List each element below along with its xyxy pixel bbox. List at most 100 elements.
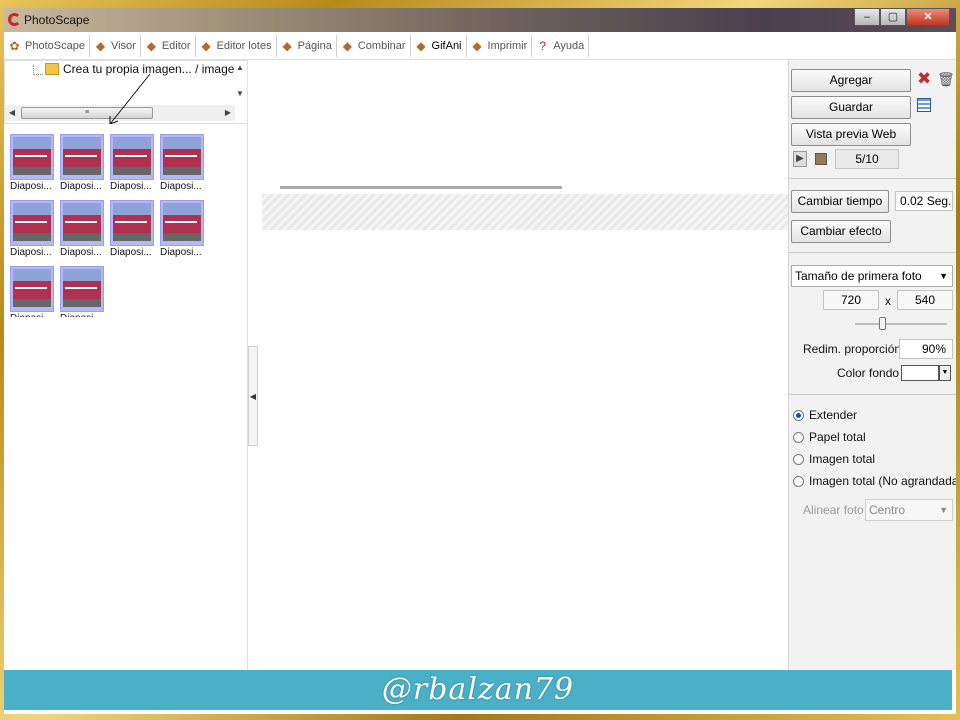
height-field[interactable]: 540 xyxy=(897,290,953,310)
resize-slider-track[interactable] xyxy=(855,323,947,325)
background-color-swatch[interactable] xyxy=(901,365,939,381)
photoscape-window: PhotoScape – ▢ ✕ ✿ PhotoScape ◆ Visor ◆ Edito… xyxy=(4,8,956,714)
slide-thumbnail[interactable]: Diaposi... xyxy=(60,200,106,260)
background-color-label: Color fondo xyxy=(837,366,900,380)
title-bar: PhotoScape – ▢ ✕ xyxy=(4,8,956,32)
tab-label: Página xyxy=(297,39,332,52)
slide-thumbnail[interactable]: Diaposi... xyxy=(160,134,206,194)
slide-thumbnail-label: Diaposi... xyxy=(60,313,106,317)
close-button[interactable]: ✕ xyxy=(906,8,950,26)
scroll-up-arrow-icon[interactable]: ▲ xyxy=(233,61,247,75)
folder-icon xyxy=(45,63,59,75)
preview-scrollbar[interactable] xyxy=(280,186,562,189)
tab-photoscape[interactable]: ✿ PhotoScape xyxy=(4,34,90,57)
tab-combinar[interactable]: ◆ Combinar xyxy=(337,34,411,57)
viewer-icon: ◆ xyxy=(95,38,106,53)
tab-editor[interactable]: ◆ Editor xyxy=(141,34,196,57)
slide-image xyxy=(60,266,104,312)
slide-thumbnail[interactable]: Diaposi... xyxy=(10,266,56,326)
panel-splitter-handle[interactable]: ◀ xyxy=(248,346,258,446)
scroll-right-arrow-icon[interactable]: ▶ xyxy=(221,105,235,121)
radio-papel-total[interactable] xyxy=(793,432,804,443)
dropdown-arrow-icon: ▼ xyxy=(939,505,948,515)
radio-extender[interactable] xyxy=(793,410,804,421)
slide-thumbnail[interactable]: Diaposi... xyxy=(160,200,206,260)
align-photo-select[interactable]: Centro ▼ xyxy=(865,499,953,521)
slide-image xyxy=(60,134,104,180)
resize-proportion-field[interactable]: 90% xyxy=(899,339,953,359)
annotation-arrow-icon xyxy=(109,73,151,125)
slide-thumbnail[interactable]: Diaposi... xyxy=(60,134,106,194)
frame-preview-area xyxy=(262,60,788,188)
combine-icon: ◆ xyxy=(342,38,352,53)
scroll-down-arrow-icon[interactable]: ▼ xyxy=(233,87,247,101)
window-title: PhotoScape xyxy=(24,13,90,27)
option-imagen-total-label[interactable]: Imagen total xyxy=(809,452,875,466)
option-imagen-total-no-agrandada-label[interactable]: Imagen total (No agrandada) xyxy=(809,474,956,488)
tab-visor[interactable]: ◆ Visor xyxy=(90,34,141,57)
tree-connector xyxy=(33,65,43,75)
align-photo-label: Alinear foto xyxy=(803,503,864,517)
tab-label: Ayuda xyxy=(553,39,585,52)
change-time-button[interactable]: Cambiar tiempo xyxy=(791,190,889,213)
slide-thumbnail-label: Diaposi... xyxy=(10,181,52,192)
resize-slider-thumb[interactable] xyxy=(879,317,886,330)
resize-proportion-label: Redim. proporción xyxy=(803,342,902,356)
slide-thumbnail[interactable]: Diaposi... xyxy=(60,266,106,326)
add-button[interactable]: Agregar xyxy=(791,69,911,92)
tab-gifani[interactable]: ◆ GifAni xyxy=(411,34,467,57)
trash-icon[interactable]: 🗑 xyxy=(937,70,955,88)
slide-thumbnail-label: Diaposi... xyxy=(60,247,102,258)
editor-icon: ◆ xyxy=(146,38,156,53)
save-button[interactable]: Guardar xyxy=(791,96,911,119)
tab-label: Editor lotes xyxy=(216,39,272,52)
gifani-icon: ◆ xyxy=(416,38,426,53)
slide-image xyxy=(10,134,54,180)
option-papel-total-label[interactable]: Papel total xyxy=(809,430,866,444)
window-controls: – ▢ ✕ xyxy=(854,8,950,28)
time-value-field[interactable]: 0.02 Seg. xyxy=(895,191,953,211)
slide-image xyxy=(10,266,54,312)
slide-image xyxy=(160,134,204,180)
slide-thumbnail[interactable]: Diaposi... xyxy=(10,200,56,260)
web-preview-button[interactable]: Vista previa Web xyxy=(791,123,911,146)
page-icon: ◆ xyxy=(282,38,292,53)
size-mode-select[interactable]: Tamaño de primera foto ▼ xyxy=(791,265,953,287)
color-dropdown-arrow-icon[interactable]: ▼ xyxy=(939,365,951,381)
dropdown-arrow-icon: ▼ xyxy=(939,271,948,281)
print-icon: ◆ xyxy=(472,38,482,53)
slide-thumbnail-label: Diaposi... xyxy=(160,181,202,192)
dimension-separator: x xyxy=(885,294,891,308)
tab-label: Imprimir xyxy=(487,39,528,52)
slide-image xyxy=(110,134,154,180)
tab-página[interactable]: ◆ Página xyxy=(277,34,337,57)
radio-imagen-total-no-agrandada[interactable] xyxy=(793,476,804,487)
thumbnail-grid: Diaposi... Diaposi... Diaposi... Diaposi...… xyxy=(4,124,248,670)
tab-editor-lotes[interactable]: ◆ Editor lotes xyxy=(196,34,277,57)
slide-thumbnail-label: Diaposi... xyxy=(10,313,56,317)
photoscape-logo-icon xyxy=(8,13,21,26)
stop-icon[interactable] xyxy=(815,153,827,165)
radio-imagen-total[interactable] xyxy=(793,454,804,465)
maximize-button[interactable]: ▢ xyxy=(880,8,906,26)
tab-ayuda[interactable]: ? Ayuda xyxy=(532,34,590,57)
tab-label: Combinar xyxy=(357,39,406,52)
play-icon[interactable]: ▶ xyxy=(793,151,807,167)
list-view-icon[interactable] xyxy=(917,98,931,112)
tab-imprimir[interactable]: ◆ Imprimir xyxy=(467,34,533,57)
help-icon: ? xyxy=(539,38,547,53)
width-field[interactable]: 720 xyxy=(823,290,879,310)
tab-label: GifAni xyxy=(431,39,462,52)
slide-thumbnail[interactable]: Diaposi... xyxy=(110,134,156,194)
scroll-left-arrow-icon[interactable]: ◀ xyxy=(5,105,19,121)
delete-icon[interactable]: ✖ xyxy=(917,70,931,88)
slide-thumbnail-label: Diaposi... xyxy=(110,247,152,258)
slide-thumbnail[interactable]: Diaposi... xyxy=(10,134,56,194)
minimize-button[interactable]: – xyxy=(854,8,880,26)
option-extender-label[interactable]: Extender xyxy=(809,408,857,422)
slide-thumbnail[interactable]: Diaposi... xyxy=(110,200,156,260)
animation-canvas xyxy=(262,230,788,670)
change-effect-button[interactable]: Cambiar efecto xyxy=(791,220,891,243)
timeline-strip[interactable] xyxy=(262,194,788,230)
separator xyxy=(789,394,956,395)
